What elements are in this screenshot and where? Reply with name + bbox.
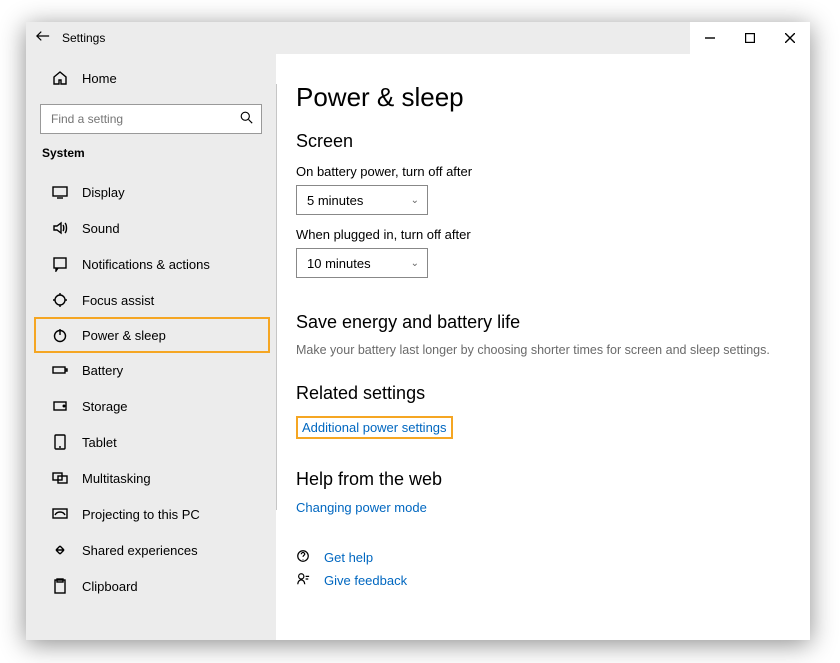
- chevron-down-icon: ⌄: [411, 258, 419, 269]
- content-pane: Power & sleep Screen On battery power, t…: [276, 54, 810, 640]
- focus-icon: [50, 292, 70, 308]
- home-button[interactable]: Home: [26, 60, 276, 96]
- plugged-turnoff-dropdown[interactable]: 10 minutes ⌄: [296, 248, 428, 278]
- search-field[interactable]: [49, 111, 240, 127]
- power-icon: [50, 327, 70, 343]
- sound-icon: [50, 220, 70, 236]
- nav-list: Display Sound Notifications & actions Fo…: [26, 174, 276, 604]
- sidebar-item-storage[interactable]: Storage: [26, 388, 276, 424]
- search-icon: [240, 111, 253, 127]
- minimize-button[interactable]: [690, 22, 730, 54]
- battery-turnoff-dropdown[interactable]: 5 minutes ⌄: [296, 185, 428, 215]
- additional-power-settings-highlight: Additional power settings: [296, 416, 453, 439]
- sidebar-item-notifications[interactable]: Notifications & actions: [26, 246, 276, 282]
- chevron-down-icon: ⌄: [411, 195, 419, 206]
- battery-icon: [50, 362, 70, 378]
- notifications-icon: [50, 256, 70, 272]
- plugged-turnoff-value: 10 minutes: [307, 256, 371, 271]
- battery-turnoff-value: 5 minutes: [307, 193, 363, 208]
- save-energy-text: Make your battery last longer by choosin…: [296, 343, 778, 357]
- get-help-row[interactable]: Get help: [296, 549, 778, 566]
- storage-icon: [50, 398, 70, 414]
- shared-icon: [50, 542, 70, 558]
- multitasking-icon: [50, 470, 70, 486]
- projecting-icon: [50, 506, 70, 522]
- related-heading: Related settings: [296, 383, 778, 404]
- sidebar-item-display[interactable]: Display: [26, 174, 276, 210]
- sidebar-item-projecting[interactable]: Projecting to this PC: [26, 496, 276, 532]
- plugged-turnoff-label: When plugged in, turn off after: [296, 227, 778, 242]
- sidebar-item-shared[interactable]: Shared experiences: [26, 532, 276, 568]
- sidebar-item-sound[interactable]: Sound: [26, 210, 276, 246]
- feedback-icon: [296, 572, 314, 589]
- back-button[interactable]: [26, 29, 60, 47]
- changing-power-mode-link[interactable]: Changing power mode: [296, 500, 427, 515]
- sidebar-item-clipboard[interactable]: Clipboard: [26, 568, 276, 604]
- display-icon: [50, 184, 70, 200]
- titlebar: Settings: [26, 22, 810, 54]
- help-heading: Help from the web: [296, 469, 778, 490]
- sidebar-item-focus-assist[interactable]: Focus assist: [26, 282, 276, 318]
- search-input[interactable]: [40, 104, 262, 134]
- sidebar-item-multitasking[interactable]: Multitasking: [26, 460, 276, 496]
- sidebar: Home System Display Sound: [26, 54, 276, 640]
- get-help-link[interactable]: Get help: [324, 550, 373, 565]
- save-energy-heading: Save energy and battery life: [296, 312, 778, 333]
- maximize-button[interactable]: [730, 22, 770, 54]
- tablet-icon: [50, 434, 70, 450]
- get-help-icon: [296, 549, 314, 566]
- screen-heading: Screen: [296, 131, 778, 152]
- close-button[interactable]: [770, 22, 810, 54]
- home-icon: [50, 70, 70, 86]
- page-title: Power & sleep: [296, 82, 778, 113]
- settings-window: Settings Home System: [26, 22, 810, 640]
- clipboard-icon: [50, 578, 70, 594]
- window-title: Settings: [62, 31, 105, 45]
- feedback-row[interactable]: Give feedback: [296, 572, 778, 589]
- sidebar-item-battery[interactable]: Battery: [26, 352, 276, 388]
- home-label: Home: [82, 71, 117, 86]
- additional-power-settings-link[interactable]: Additional power settings: [302, 420, 447, 435]
- sidebar-item-power-sleep[interactable]: Power & sleep: [34, 317, 270, 353]
- feedback-link[interactable]: Give feedback: [324, 573, 407, 588]
- sidebar-item-tablet[interactable]: Tablet: [26, 424, 276, 460]
- category-label: System: [42, 146, 276, 160]
- battery-turnoff-label: On battery power, turn off after: [296, 164, 778, 179]
